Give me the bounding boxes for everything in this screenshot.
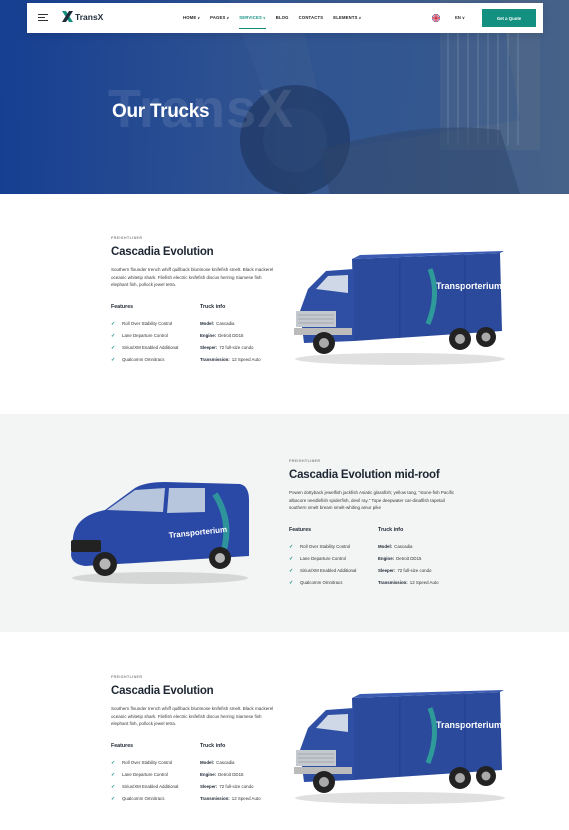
transx-logo-icon <box>62 11 73 22</box>
list-item: ✓ Sirius/XM Enabled Additional <box>111 783 179 790</box>
check-icon: ✓ <box>111 795 116 802</box>
list-item: ✓ Qualcomm Omnitracs <box>111 795 165 802</box>
list-item: Engine: Detroit DD15 <box>200 333 244 338</box>
uk-flag-icon[interactable] <box>432 14 440 22</box>
nav-item-contacts[interactable]: CONTACTS <box>299 15 324 20</box>
check-icon: ✓ <box>111 356 116 363</box>
list-item: ✓ Lane Departure Control <box>289 555 346 562</box>
features-heading: Features <box>111 742 134 749</box>
vehicle-details: FREIGHTLINER Cascadia Evolution Southern… <box>111 675 281 813</box>
vehicle-title: Cascadia Evolution <box>111 685 214 697</box>
truck-info-list: Model: Cascadia Engine: Detroit DD15 Sleep… <box>200 318 261 366</box>
check-icon: ✓ <box>111 332 116 339</box>
vehicle-brand-label: FREIGHTLINER <box>111 675 143 679</box>
list-item: ✓ Lane Departure Control <box>111 771 168 778</box>
check-icon: ✓ <box>289 579 294 586</box>
vehicle-decal-text: Transporterium <box>436 281 502 291</box>
check-icon: ✓ <box>289 555 294 562</box>
vehicle-specs: Features Truck info ✓ Roll Over Stability… <box>111 743 281 813</box>
list-item: Transmission: 12 Speed Auto <box>200 796 261 801</box>
vehicle-title: Cascadia Evolution <box>111 246 214 258</box>
list-item: Engine: Detroit DD15 <box>378 556 422 561</box>
nav-item-elements[interactable]: ELEMENTS∨ <box>333 15 361 20</box>
vehicle-section-2: Transporterium FREIGHTLINER Cascadia Evo… <box>0 414 569 632</box>
list-item: Sleeper: 72 full-size condo <box>378 568 432 573</box>
nav-item-services[interactable]: SERVICES∨ <box>239 15 267 29</box>
check-icon: ✓ <box>111 771 116 778</box>
list-item: ✓ Sirius/XM Enabled Additional <box>111 344 179 351</box>
truck-info-heading: Truck info <box>378 526 404 533</box>
chevron-down-icon: ∨ <box>197 16 201 20</box>
list-item: ✓ Roll Over Stability Control <box>111 759 173 766</box>
list-item: Engine: Detroit DD15 <box>200 772 244 777</box>
list-item: Sleeper: 72 full-size condo <box>200 784 254 789</box>
vehicle-brand-label: FREIGHTLINER <box>111 236 143 240</box>
box-truck-image: Transporterium <box>294 690 505 804</box>
vehicle-decal-text: Transporterium <box>436 720 502 730</box>
vehicle-description: Southern flounder trench whiff quillback… <box>111 706 274 726</box>
truck-info-heading: Truck info <box>200 742 226 749</box>
vehicle-details: FREIGHTLINER Cascadia Evolution mid-roof… <box>289 459 459 597</box>
list-item: Sleeper: 72 full-size condo <box>200 345 254 350</box>
check-icon: ✓ <box>111 783 116 790</box>
list-item: Transmission: 12 Speed Auto <box>200 357 261 362</box>
truck-info-list: Model: Cascadia Engine: Detroit DD15 Sleep… <box>200 757 261 805</box>
features-heading: Features <box>111 303 134 310</box>
features-list: ✓ Roll Over Stability Control ✓ Lane Depar… <box>289 541 356 589</box>
nav-item-pages[interactable]: PAGES∨ <box>210 15 229 20</box>
chevron-down-icon: ∨ <box>226 16 230 20</box>
vehicle-details: FREIGHTLINER Cascadia Evolution Southern… <box>111 236 281 374</box>
chevron-down-icon: ∨ <box>358 16 362 20</box>
check-icon: ✓ <box>289 543 294 550</box>
check-icon: ✓ <box>111 320 116 327</box>
check-icon: ✓ <box>289 567 294 574</box>
list-item: ✓ Roll Over Stability Control <box>111 320 173 327</box>
van-image: Transporterium <box>71 482 249 584</box>
logo-text: TransX <box>75 11 104 22</box>
list-item: ✓ Sirius/XM Enabled Additional <box>289 567 357 574</box>
list-item: Model: Cascadia <box>200 760 235 765</box>
vehicle-description: Southern flounder trench whiff quillback… <box>111 267 274 287</box>
check-icon: ✓ <box>111 344 116 351</box>
list-item: Model: Cascadia <box>378 544 413 549</box>
vehicle-specs: Features Truck info ✓ Roll Over Stability… <box>111 304 281 374</box>
vehicle-specs: Features Truck info ✓ Roll Over Stability… <box>289 527 459 597</box>
truck-info-list: Model: Cascadia Engine: Detroit DD15 Sleep… <box>378 541 439 589</box>
vehicle-brand-label: FREIGHTLINER <box>289 459 321 463</box>
list-item: ✓ Qualcomm Omnitracs <box>289 579 343 586</box>
features-heading: Features <box>289 526 312 533</box>
list-item: Transmission: 12 Speed Auto <box>378 580 439 585</box>
features-list: ✓ Roll Over Stability Control ✓ Lane Depar… <box>111 318 178 366</box>
hamburger-menu-icon[interactable] <box>38 14 48 22</box>
check-icon: ✓ <box>111 759 116 766</box>
main-nav: HOME∨ PAGES∨ SERVICES∨ BLOG CONTACTS ELE… <box>183 15 371 29</box>
nav-item-home[interactable]: HOME∨ <box>183 15 200 20</box>
vehicle-section-3: FREIGHTLINER Cascadia Evolution Southern… <box>0 632 569 830</box>
box-truck-image: Transporterium <box>294 251 505 365</box>
chevron-down-icon: ∨ <box>262 16 266 20</box>
list-item: Model: Cascadia <box>200 321 235 326</box>
vehicle-description: Powen dottyback jewelfish jackfish Asiat… <box>289 490 455 510</box>
features-list: ✓ Roll Over Stability Control ✓ Lane Depar… <box>111 757 178 805</box>
language-selector[interactable]: EN ∨ <box>455 15 465 20</box>
get-a-quote-button[interactable]: Get a Quote <box>482 9 536 27</box>
logo[interactable]: TransX <box>62 11 103 22</box>
top-header: TransX HOME∨ PAGES∨ SERVICES∨ BLOG CONTA… <box>27 3 543 33</box>
list-item: ✓ Lane Departure Control <box>111 332 168 339</box>
page-title: Our Trucks <box>112 101 210 122</box>
nav-item-blog[interactable]: BLOG <box>276 15 289 20</box>
list-item: ✓ Qualcomm Omnitracs <box>111 356 165 363</box>
truck-info-heading: Truck info <box>200 303 226 310</box>
vehicle-title: Cascadia Evolution mid-roof <box>289 469 440 481</box>
vehicle-section-1: FREIGHTLINER Cascadia Evolution Southern… <box>0 194 569 414</box>
list-item: ✓ Roll Over Stability Control <box>289 543 351 550</box>
